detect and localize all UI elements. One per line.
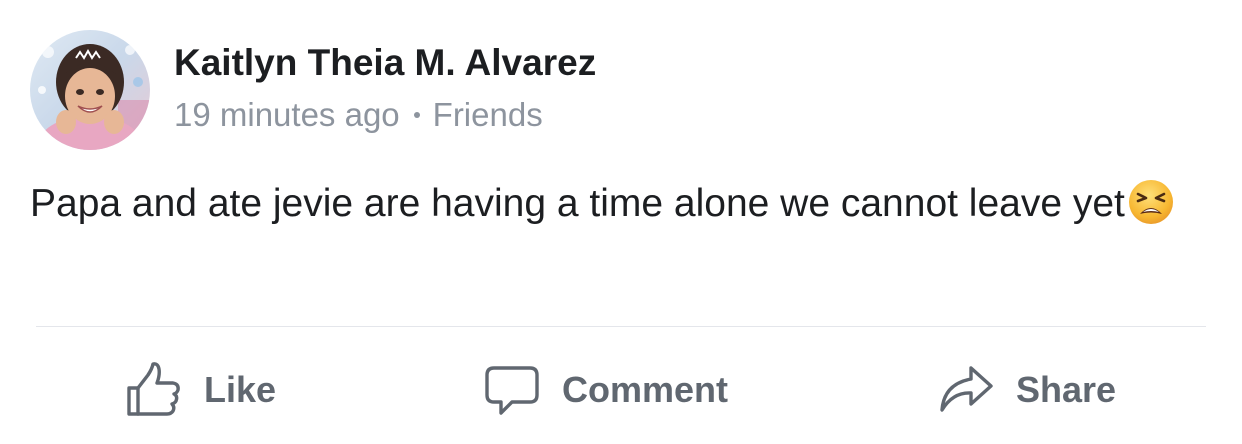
share-arrow-icon (940, 366, 993, 412)
audience-label[interactable]: Friends (433, 95, 543, 135)
post-subline: 19 minutes ago Friends (174, 95, 596, 135)
post-header: Kaitlyn Theia M. Alvarez 19 minutes ago … (30, 30, 596, 150)
separator-dot (413, 112, 420, 118)
like-button[interactable]: Like (124, 358, 276, 422)
post-body: Papa and ate jevie are having a time alo… (30, 178, 1210, 227)
post-timestamp[interactable]: 19 minutes ago (174, 95, 400, 135)
post-meta: Kaitlyn Theia M. Alvarez 19 minutes ago … (174, 41, 596, 135)
post-actions: Like Comment Share (0, 358, 1242, 422)
author-name[interactable]: Kaitlyn Theia M. Alvarez (174, 41, 596, 85)
comment-label: Comment (562, 369, 729, 410)
post-text: Papa and ate jevie are having a time alo… (30, 182, 1125, 225)
thumbs-up-icon (127, 362, 180, 416)
share-label: Share (1016, 369, 1117, 410)
action-divider (36, 326, 1206, 327)
speech-bubble-icon (485, 366, 539, 415)
avatar[interactable] (30, 30, 150, 150)
avatar-image (30, 30, 150, 150)
like-label: Like (204, 369, 277, 410)
tired-face-emoji-icon (1128, 180, 1173, 224)
share-button[interactable]: Share (938, 358, 1116, 422)
comment-button[interactable]: Comment (484, 358, 728, 422)
